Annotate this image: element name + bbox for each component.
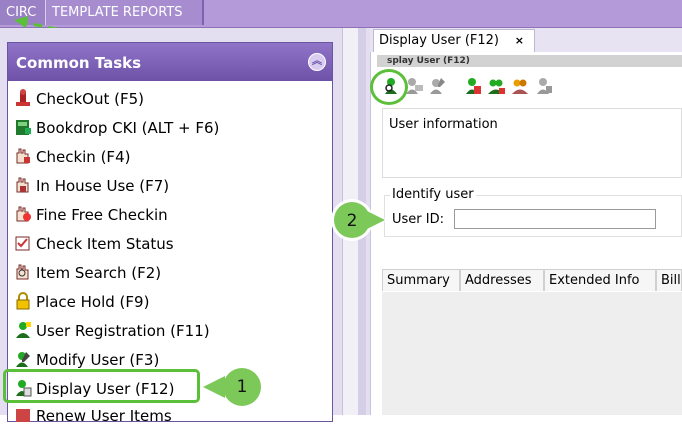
checkin-hand-icon (16, 148, 30, 164)
task-label: Modify User (F3) (36, 351, 160, 369)
user-id-input[interactable] (454, 209, 656, 229)
stamp-icon (16, 89, 30, 106)
task-fine-free-checkin[interactable]: Fine Free Checkin (14, 203, 168, 227)
user-add-icon (16, 322, 31, 338)
in-house-hand-icon (16, 177, 29, 193)
task-label: Checkin (F4) (36, 148, 131, 166)
task-label: Fine Free Checkin (36, 206, 168, 224)
user-hand-icon[interactable] (535, 76, 553, 96)
fine-free-icon (16, 206, 31, 222)
task-label: Check Item Status (36, 235, 174, 253)
user-toolbar (377, 70, 682, 104)
tab-bills[interactable]: Bills (656, 269, 682, 291)
task-label: CheckOut (F5) (36, 90, 144, 108)
task-bookdrop-cki[interactable]: Bookdrop CKI (ALT + F6) (14, 116, 219, 140)
task-in-house-use[interactable]: In House Use (F7) (14, 174, 169, 198)
tab-extended-info[interactable]: Extended Info (544, 269, 656, 291)
callout-1-label: 1 (236, 377, 248, 397)
item-search-icon (16, 264, 29, 280)
user-group-icon[interactable] (487, 76, 505, 96)
task-label: User Registration (F11) (36, 322, 210, 340)
common-tasks-panel: Common Tasks ︽ CheckOut (F5) Bookdrop CK… (7, 42, 333, 425)
display-user-highlight (3, 369, 200, 403)
task-label: In House Use (F7) (36, 177, 170, 195)
task-user-registration[interactable]: User Registration (F11) (14, 319, 210, 343)
user-detail-tab-body (382, 292, 682, 415)
task-item-search[interactable]: Item Search (F2) (14, 261, 161, 285)
close-icon[interactable]: × (515, 30, 524, 52)
task-checkin[interactable]: Checkin (F4) (14, 145, 130, 169)
bookdrop-icon (16, 120, 31, 135)
pane-title: splay User (F12) (377, 55, 682, 67)
user-edit-icon[interactable] (429, 76, 447, 96)
task-place-hold[interactable]: Place Hold (F9) (14, 290, 149, 314)
tab-display-user-label: Display User (F12) (379, 33, 499, 48)
tab-summary[interactable]: Summary (382, 269, 460, 291)
item-status-icon (15, 236, 30, 251)
task-renew-user-items[interactable]: Renew User Items (14, 404, 172, 428)
callout-2-label: 2 (346, 211, 358, 231)
common-tasks-title: Common Tasks (16, 54, 142, 72)
tab-addresses[interactable]: Addresses (460, 269, 544, 291)
user-detail-tabs: Summary Addresses Extended Info Bills (382, 269, 682, 293)
task-label: Renew User Items (36, 407, 172, 425)
task-check-item-status[interactable]: Check Item Status (14, 232, 174, 256)
task-label: Bookdrop CKI (ALT + F6) (36, 119, 220, 137)
user-print-icon[interactable] (463, 76, 481, 96)
renew-icon (16, 409, 30, 422)
user-information-label: User information (389, 117, 498, 132)
double-chevron-up-icon[interactable]: ︽ (308, 53, 326, 71)
common-tasks-header: Common Tasks ︽ (8, 43, 332, 81)
user-id-label: User ID: (392, 212, 444, 227)
identify-user-legend: Identify user (390, 187, 476, 202)
display-user-search-highlight (370, 69, 408, 105)
lock-icon (16, 292, 30, 310)
task-label: Item Search (F2) (36, 264, 162, 282)
user-edit-icon (16, 352, 30, 367)
tab-display-user[interactable]: Display User (F12) × (373, 29, 535, 52)
user-merge-icon[interactable] (511, 76, 529, 96)
task-checkout[interactable]: CheckOut (F5) (14, 87, 144, 111)
task-label: Place Hold (F9) (36, 293, 150, 311)
